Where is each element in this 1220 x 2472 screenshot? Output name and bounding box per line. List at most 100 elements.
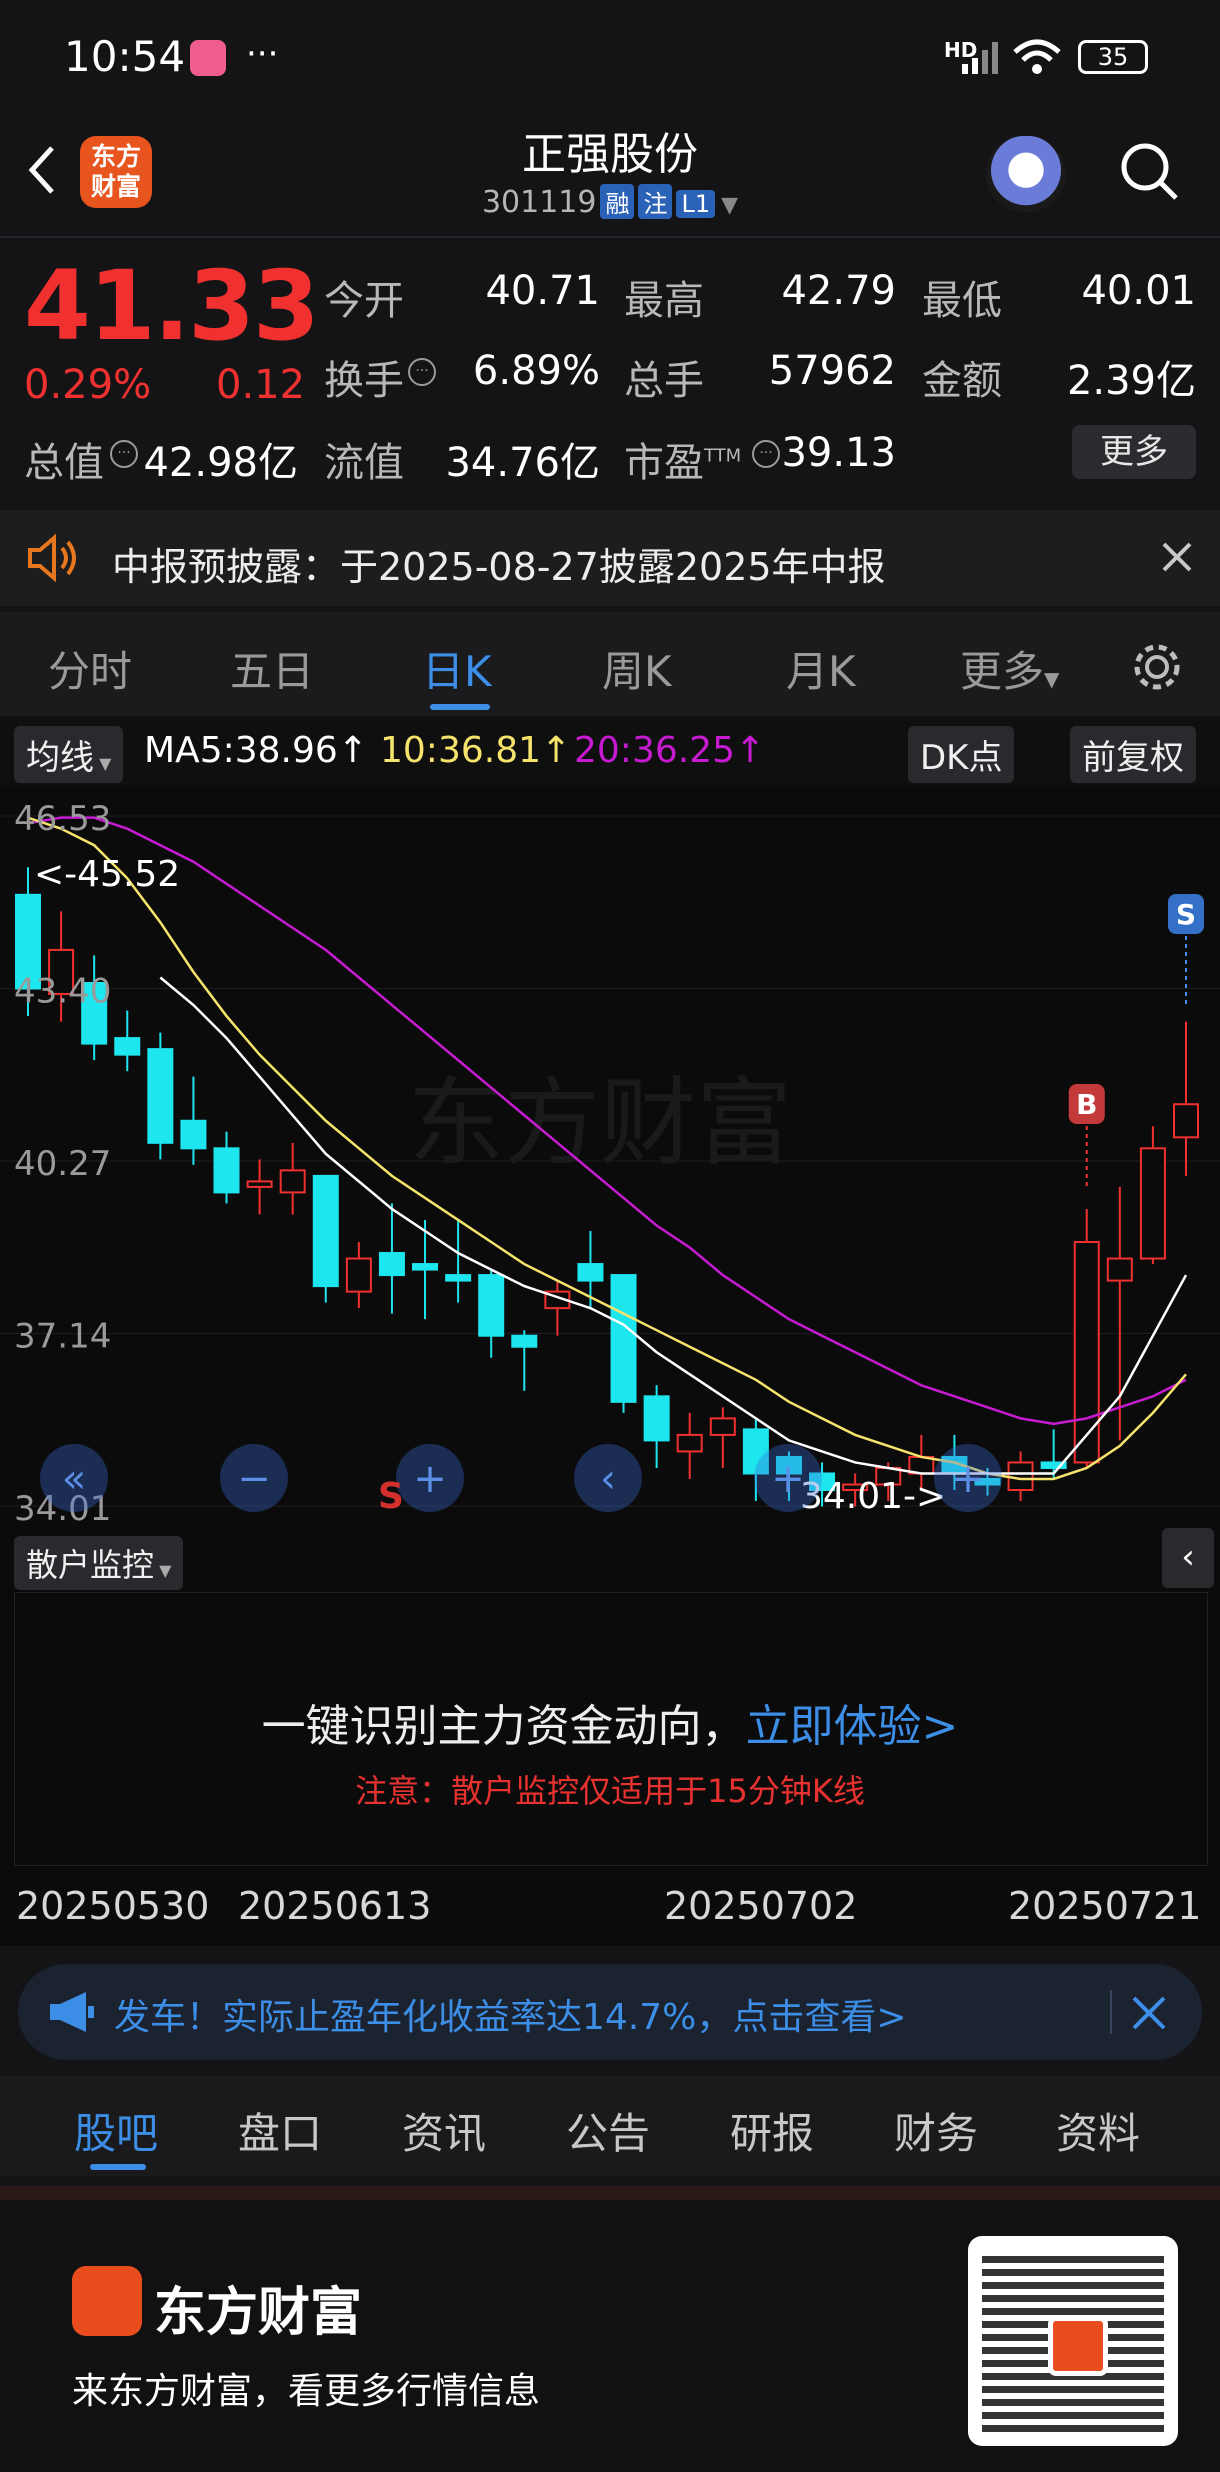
plus-icon[interactable]: + bbox=[754, 1444, 822, 1512]
gear-icon[interactable] bbox=[1130, 640, 1184, 694]
tab-weekly-k[interactable]: 周K bbox=[602, 638, 672, 699]
candle-body bbox=[378, 1252, 405, 1277]
y-tick: 43.40 bbox=[14, 972, 111, 1012]
speaker-icon bbox=[28, 534, 76, 582]
tab-five-day[interactable]: 五日 bbox=[230, 638, 314, 699]
period-tabs: 分时 五日 日K 周K 月K 更多▼ bbox=[0, 612, 1220, 716]
retail-headline: 一键识别主力资金动向， bbox=[261, 1701, 746, 1752]
tab-intraday[interactable]: 分时 bbox=[48, 638, 132, 699]
turnover-label: 换手 bbox=[324, 358, 404, 404]
ma-select[interactable]: 均线 ▼ bbox=[14, 726, 124, 783]
close-icon[interactable] bbox=[1130, 1994, 1168, 2032]
tab-research[interactable]: 研报 bbox=[730, 2100, 814, 2161]
ma20-legend: 20:36.25↑ bbox=[574, 730, 766, 771]
open-value: 40.71 bbox=[485, 268, 600, 314]
footer-slogan: 来东方财富，看更多行情信息 bbox=[72, 2371, 541, 2412]
candle-body bbox=[478, 1274, 505, 1337]
plus-icon[interactable]: + bbox=[934, 1444, 1002, 1512]
low-value: 40.01 bbox=[1081, 268, 1196, 314]
chevron-left-icon[interactable]: ‹ bbox=[574, 1444, 642, 1512]
high-value: 42.79 bbox=[781, 268, 896, 314]
candle-body bbox=[1073, 1241, 1100, 1464]
change-percent: 0.29% bbox=[24, 362, 152, 408]
close-icon[interactable] bbox=[1158, 538, 1196, 576]
retail-select[interactable]: 散户监控 ▼ bbox=[14, 1536, 184, 1590]
tab-profile[interactable]: 资料 bbox=[1056, 2100, 1140, 2161]
current-price: 41.33 bbox=[24, 250, 320, 362]
more-dots: ··· bbox=[246, 34, 279, 74]
tab-announcements[interactable]: 公告 bbox=[566, 2100, 650, 2161]
candle-body bbox=[279, 1169, 306, 1194]
robot-avatar-icon[interactable] bbox=[986, 136, 1066, 212]
collapse-button[interactable]: ‹ bbox=[1162, 1528, 1214, 1588]
amount-label: 金额 bbox=[922, 358, 1002, 404]
megaphone-icon bbox=[50, 1992, 94, 2032]
candle-body bbox=[312, 1174, 339, 1288]
volume-label: 总手 bbox=[624, 358, 704, 404]
caret-down-icon: ▼ bbox=[721, 193, 739, 218]
tab-pankou[interactable]: 盘口 bbox=[238, 2100, 322, 2161]
tab-news[interactable]: 资讯 bbox=[402, 2100, 486, 2161]
more-button[interactable]: 更多 bbox=[1072, 425, 1196, 479]
stock-code: 301119 bbox=[481, 185, 597, 220]
change-amount: 0.12 bbox=[216, 362, 306, 408]
y-tick: 40.27 bbox=[14, 1144, 111, 1184]
mktcap-value: 42.98亿 bbox=[143, 440, 298, 486]
tab-monthly-k[interactable]: 月K bbox=[786, 638, 856, 699]
low-label: 最低 bbox=[922, 278, 1002, 324]
turnover-value: 6.89% bbox=[472, 348, 600, 394]
mktcap-label: 总值 bbox=[24, 440, 104, 486]
tab-guba[interactable]: 股吧 bbox=[74, 2100, 158, 2161]
max-price-marker: <-45.52 bbox=[34, 854, 180, 895]
brand-logo-icon bbox=[72, 2266, 142, 2336]
tab-more-label: 更多 bbox=[960, 647, 1045, 696]
candle-body bbox=[1106, 1257, 1133, 1282]
candle-body bbox=[412, 1263, 439, 1271]
pe-label: 市盈TTM bbox=[624, 430, 741, 488]
pe-label-text: 市盈 bbox=[624, 440, 704, 486]
bilibili-icon bbox=[190, 40, 226, 76]
high-label: 最高 bbox=[624, 278, 704, 324]
candle-body bbox=[1007, 1461, 1034, 1492]
candle-body bbox=[147, 1048, 174, 1144]
svg-text:+: + bbox=[951, 1456, 985, 1502]
caret-down-icon: ▼ bbox=[94, 754, 112, 773]
candle-body bbox=[676, 1433, 703, 1453]
plus-icon[interactable]: + bbox=[396, 1444, 464, 1512]
promo-banner[interactable]: 发车！实际止盈年化收益率达14.7%，点击查看> bbox=[18, 1964, 1202, 2060]
double-left-icon[interactable]: « bbox=[40, 1444, 108, 1512]
candle-body bbox=[213, 1147, 240, 1194]
candle-body bbox=[345, 1257, 372, 1293]
tab-finance[interactable]: 财务 bbox=[894, 2100, 978, 2161]
candle-body bbox=[511, 1334, 538, 1348]
footer-brand: 东方财富 bbox=[154, 2283, 363, 2343]
search-icon[interactable] bbox=[1118, 140, 1182, 204]
caret-down-icon: ▼ bbox=[154, 1561, 172, 1580]
battery-icon: 35 bbox=[1078, 40, 1148, 74]
buy-marker: B bbox=[1076, 1088, 1097, 1121]
ma-select-label: 均线 bbox=[26, 738, 94, 778]
tab-daily-k[interactable]: 日K bbox=[422, 638, 492, 699]
caret-down-icon: ▼ bbox=[1044, 667, 1060, 691]
pe-value: 39.13 bbox=[781, 430, 896, 476]
y-tick: 37.14 bbox=[14, 1317, 111, 1357]
candle-body bbox=[1173, 1103, 1199, 1139]
bottom-tabs: 股吧 盘口 资讯 公告 研报 财务 资料 bbox=[0, 2076, 1220, 2176]
retail-cta-link[interactable]: 立即体验> bbox=[746, 1701, 959, 1752]
notice-bar[interactable]: 中报预披露：于2025-08-27披露2025年中报 bbox=[0, 510, 1220, 606]
retail-note: 注意：散户监控仅适用于15分钟K线 bbox=[355, 1772, 865, 1810]
tag-margin: 融 bbox=[600, 184, 635, 219]
tab-more[interactable]: 更多▼ bbox=[960, 638, 1059, 699]
pe-ttm: TTM bbox=[704, 445, 742, 467]
kline-chart[interactable]: 东方财富46.5343.4040.2737.1434.01<-45.5234.0… bbox=[0, 786, 1220, 1526]
minus-icon[interactable]: − bbox=[220, 1444, 288, 1512]
candle-body bbox=[114, 1037, 141, 1056]
candle-body bbox=[246, 1180, 273, 1188]
date-axis: 20250530 20250613 20250702 20250721 bbox=[0, 1866, 1220, 1946]
x-tick: 20250613 bbox=[238, 1884, 432, 1928]
ma5-legend: MA5:38.96↑ bbox=[144, 730, 368, 771]
dk-point-toggle[interactable]: DK点 bbox=[908, 726, 1015, 783]
tag-registered: 注 bbox=[638, 184, 673, 219]
adjust-select[interactable]: 前复权 bbox=[1070, 726, 1196, 783]
svg-text:+: + bbox=[771, 1456, 805, 1502]
